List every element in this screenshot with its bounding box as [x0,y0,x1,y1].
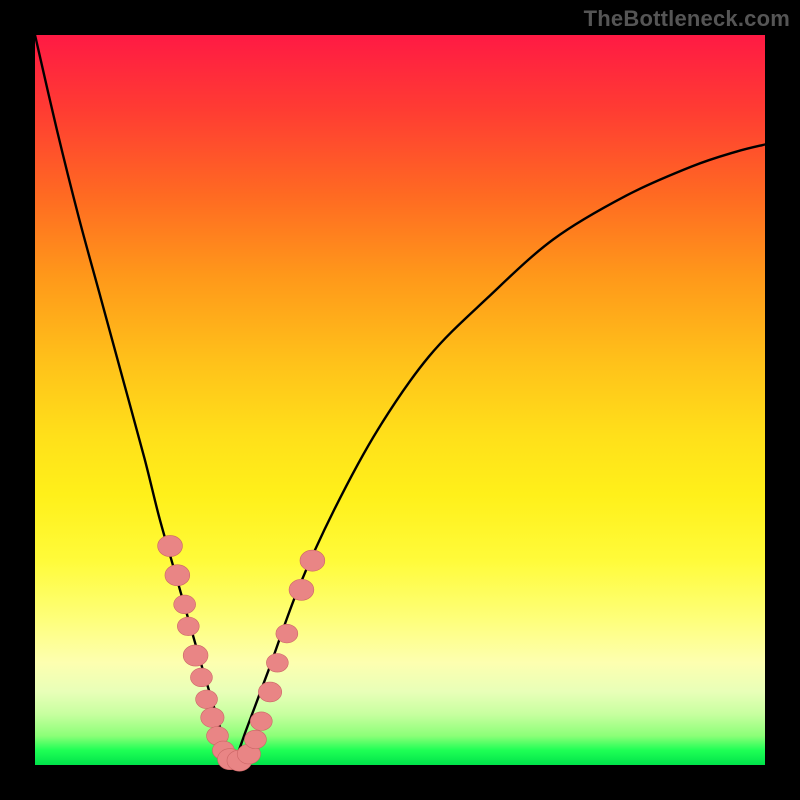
marker-point [250,712,272,731]
marker-point [177,617,199,636]
marker-point [183,645,208,666]
outer-frame: TheBottleneck.com [0,0,800,800]
marker-point [190,668,212,687]
marker-point [258,682,281,702]
marker-point [266,653,288,672]
marker-point [196,690,218,709]
marker-point [158,535,183,556]
marker-point [245,730,267,749]
marker-point [174,595,196,614]
bottleneck-curve [35,35,765,765]
attribution-text: TheBottleneck.com [584,6,790,32]
marker-point [165,565,190,586]
marker-point [201,708,224,728]
marker-point [276,624,298,643]
marker-group [158,535,325,771]
marker-point [300,550,325,571]
marker-point [289,579,314,600]
chart-overlay [35,35,765,765]
